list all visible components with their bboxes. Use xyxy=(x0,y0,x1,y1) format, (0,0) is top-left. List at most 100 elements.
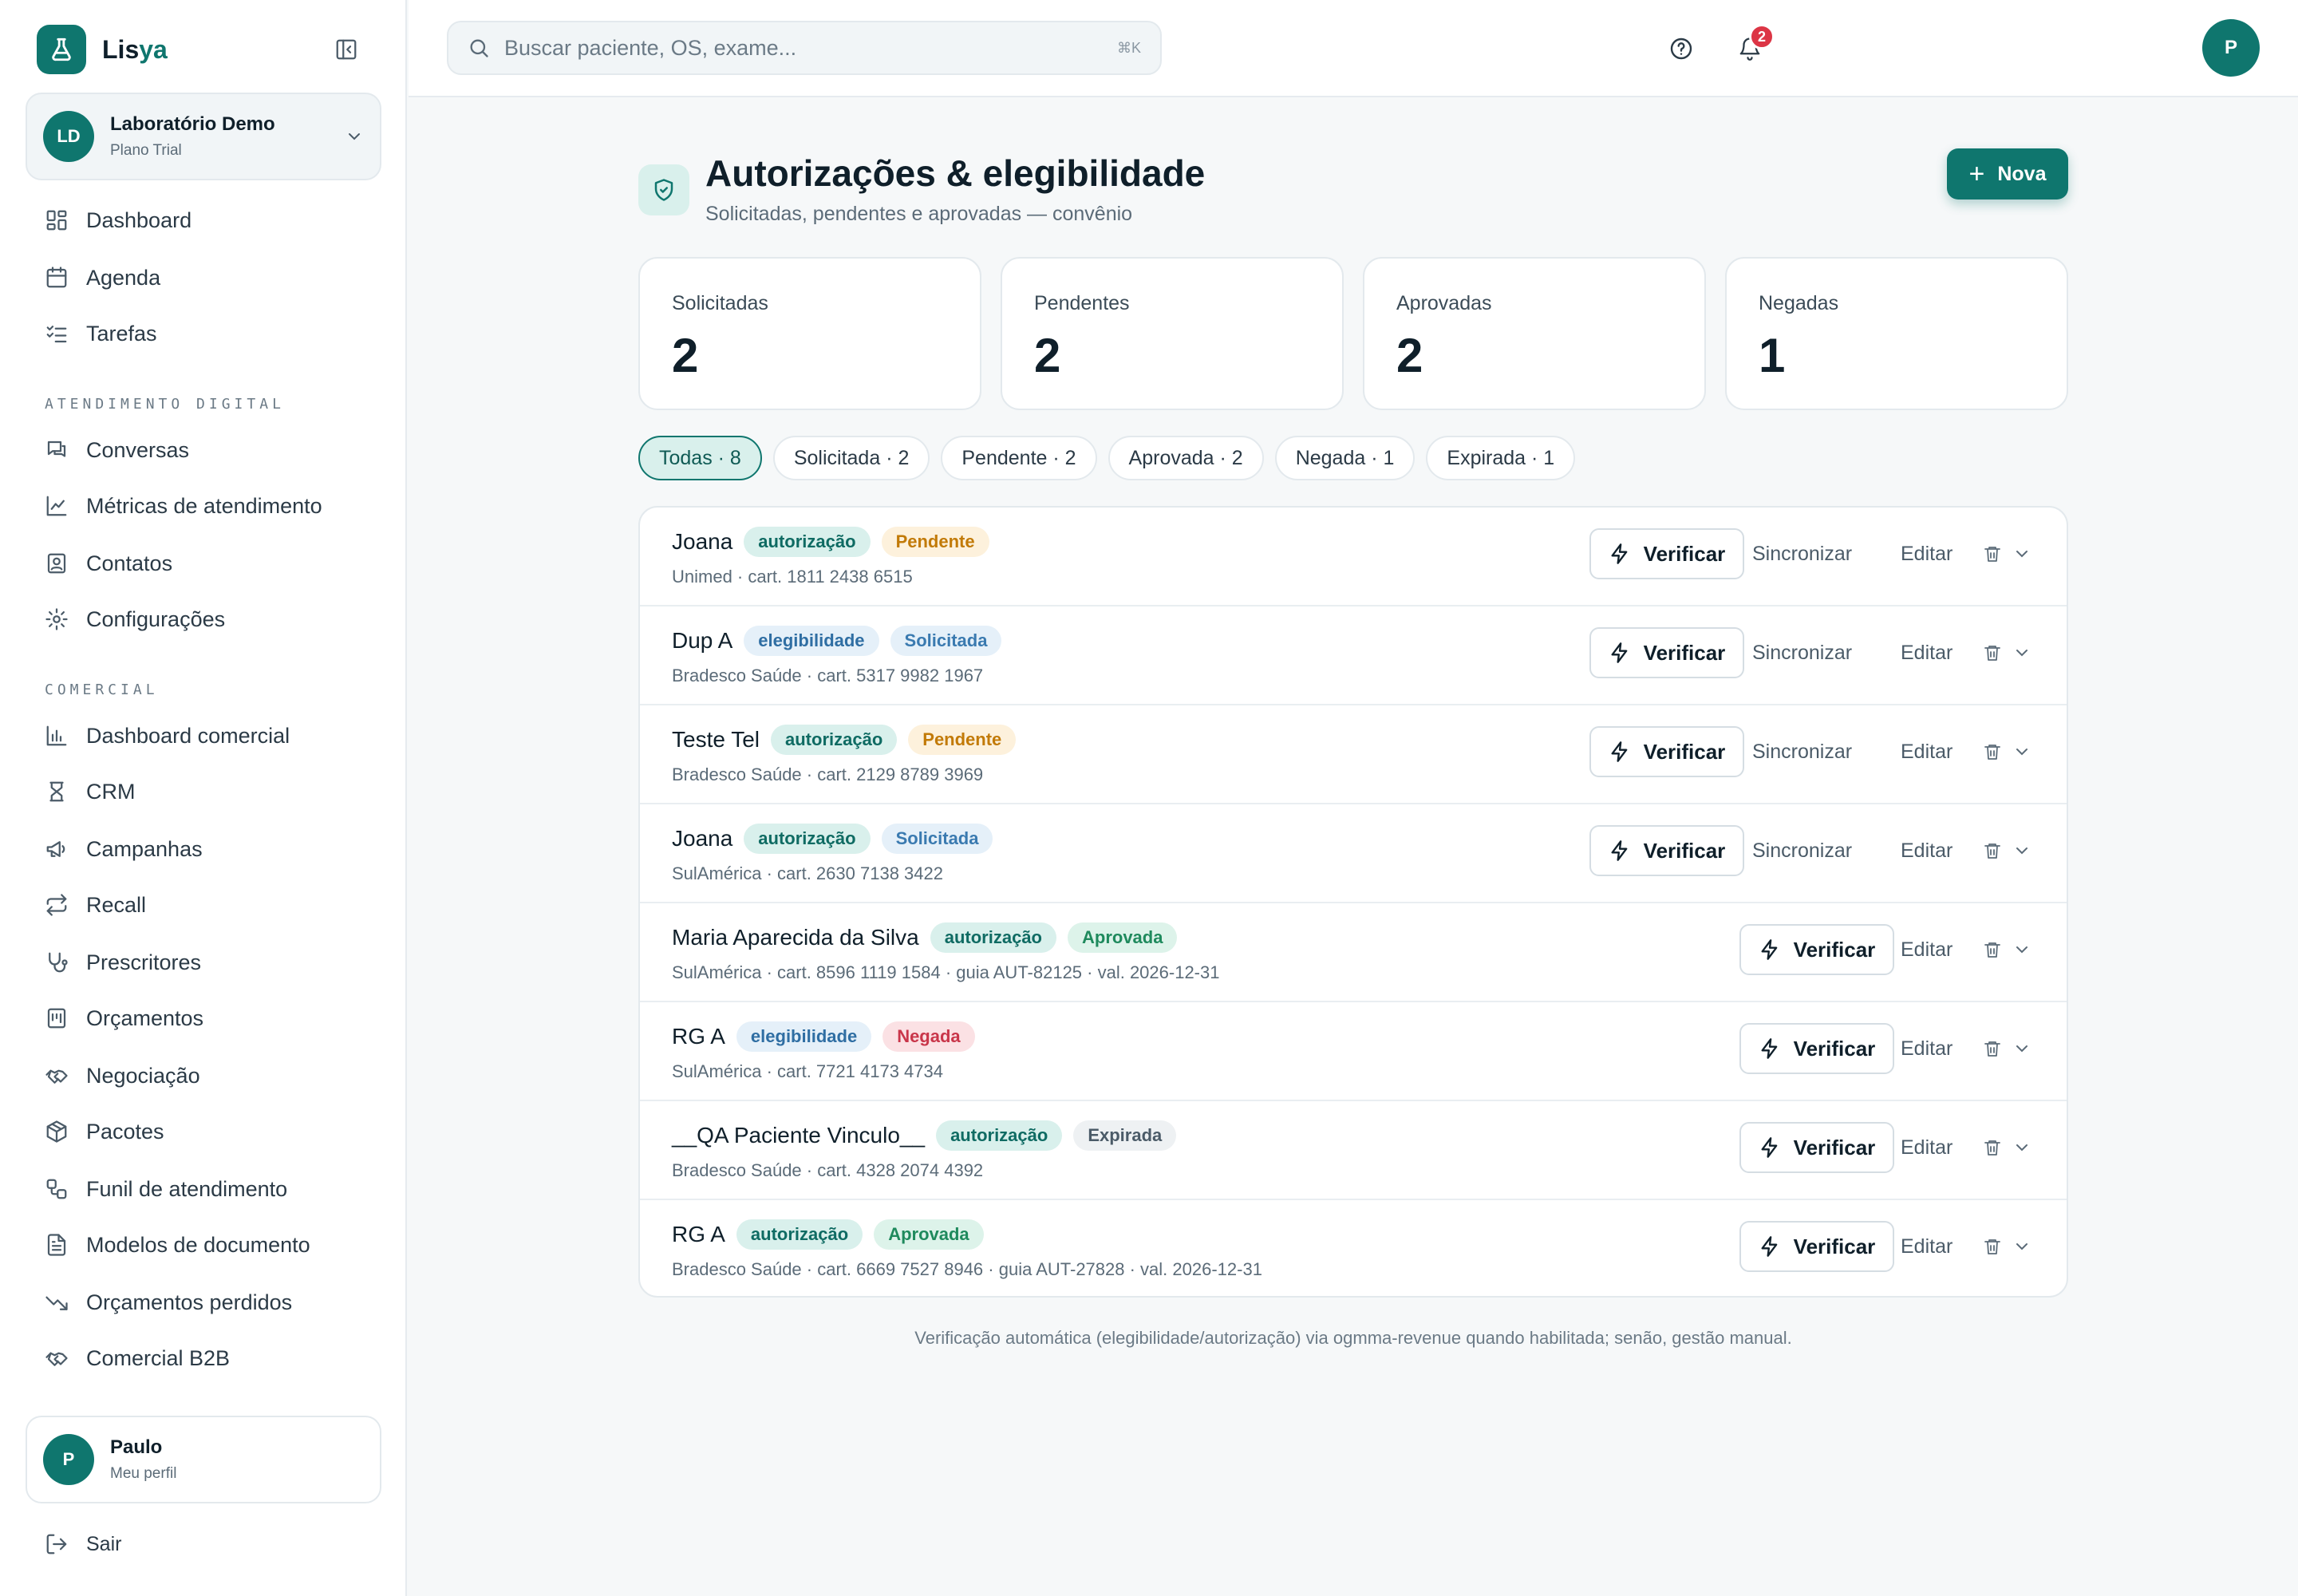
sidebar-item-configuracoes[interactable]: Configurações xyxy=(45,600,225,638)
sidebar-item-metricas[interactable]: Métricas de atendimento xyxy=(45,487,322,525)
patient-name: RG A xyxy=(672,1222,725,1246)
list-item[interactable]: RG A autorização Aprovada Bradesco Saúde… xyxy=(640,1200,2067,1296)
sidebar-item-label: Configurações xyxy=(86,606,226,631)
workflow-icon xyxy=(46,1179,67,1199)
search-bar[interactable]: ⌘K xyxy=(447,21,1162,75)
list-item[interactable]: __QA Paciente Vinculo__ autorização Expi… xyxy=(640,1101,2067,1200)
sidebar-item-pacotes[interactable]: Pacotes xyxy=(45,1112,164,1151)
sidebar-item-agenda[interactable]: Agenda xyxy=(45,259,160,297)
search-shortcut: ⌘K xyxy=(1116,39,1141,56)
sidebar-item-tarefas[interactable]: Tarefas xyxy=(45,314,157,353)
filter-chip-expirada[interactable]: Expirada · 1 xyxy=(1426,436,1576,480)
chevron-down-icon[interactable] xyxy=(2009,838,2035,863)
user-avatar[interactable]: P xyxy=(2202,19,2260,77)
sidebar-item-comercial-b2b[interactable]: Comercial B2B xyxy=(45,1339,230,1377)
sidebar-item-label: Contatos xyxy=(86,551,173,575)
edit-button[interactable]: Editar xyxy=(1901,726,1953,777)
verify-button[interactable]: Verificar xyxy=(1739,1122,1894,1173)
verify-button[interactable]: Verificar xyxy=(1739,924,1894,975)
filter-chip-aprovada[interactable]: Aprovada · 2 xyxy=(1108,436,1264,480)
profile-card[interactable]: P Paulo Meu perfil xyxy=(26,1416,381,1503)
sidebar-item-dashboard-comercial[interactable]: Dashboard comercial xyxy=(45,717,290,755)
sidebar-item-modelos[interactable]: Modelos de documento xyxy=(45,1226,310,1264)
verify-button[interactable]: Verificar xyxy=(1589,528,1744,579)
trash-icon[interactable] xyxy=(1980,541,2004,567)
trash-icon[interactable] xyxy=(1980,1036,2004,1061)
sync-button[interactable]: Sincronizar xyxy=(1752,528,1852,579)
insurance-details: SulAmérica · cart. 8596 1119 1584 · guia… xyxy=(672,962,1220,982)
stat-label: Negadas xyxy=(1759,292,1839,314)
verify-button[interactable]: Verificar xyxy=(1739,1221,1894,1272)
patient-name: Dup A xyxy=(672,628,733,653)
trash-icon[interactable] xyxy=(1980,640,2004,666)
filter-chip-pendente[interactable]: Pendente · 2 xyxy=(941,436,1097,480)
status-badge: Negada xyxy=(882,1021,975,1052)
sidebar-item-crm[interactable]: CRM xyxy=(45,772,136,811)
filter-chip-solicitada[interactable]: Solicitada · 2 xyxy=(772,436,930,480)
trash-icon[interactable] xyxy=(1980,1234,2004,1259)
edit-button[interactable]: Editar xyxy=(1901,924,1953,975)
calendar-icon xyxy=(46,267,67,288)
logout-button[interactable]: Sair xyxy=(45,1524,121,1564)
list-item[interactable]: Joana autorização Solicitada SulAmérica … xyxy=(640,804,2067,903)
filter-chip-todas[interactable]: Todas · 8 xyxy=(638,436,762,480)
profile-link: Meu perfil xyxy=(110,1465,177,1482)
list-item[interactable]: Teste Tel autorização Pendente Bradesco … xyxy=(640,705,2067,804)
type-badge: elegibilidade xyxy=(744,626,879,656)
verify-button[interactable]: Verificar xyxy=(1739,1023,1894,1074)
chevron-down-icon[interactable] xyxy=(2009,1234,2035,1259)
stat-value: 2 xyxy=(1034,329,1061,382)
search-icon xyxy=(470,39,488,57)
verify-button[interactable]: Verificar xyxy=(1589,627,1744,678)
search-input[interactable] xyxy=(504,35,1117,61)
chevron-down-icon[interactable] xyxy=(2009,1135,2035,1160)
sidebar-item-recall[interactable]: Recall xyxy=(45,886,146,924)
list-item[interactable]: Joana autorização Pendente Unimed · cart… xyxy=(640,508,2067,606)
trash-icon[interactable] xyxy=(1980,937,2004,962)
verify-button[interactable]: Verificar xyxy=(1589,825,1744,876)
chevron-down-icon[interactable] xyxy=(2009,739,2035,764)
edit-button[interactable]: Editar xyxy=(1901,528,1953,579)
sidebar-item-label: Orçamentos xyxy=(86,1005,204,1030)
sync-button[interactable]: Sincronizar xyxy=(1752,825,1852,876)
handshake-icon xyxy=(45,1069,68,1084)
edit-button[interactable]: Editar xyxy=(1901,1023,1953,1074)
edit-button[interactable]: Editar xyxy=(1901,1221,1953,1272)
chevron-down-icon[interactable] xyxy=(2009,1036,2035,1061)
sidebar-item-prescritores[interactable]: Prescritores xyxy=(45,943,201,982)
filter-chip-negada[interactable]: Negada · 1 xyxy=(1274,436,1416,480)
new-authorization-button[interactable]: + Nova xyxy=(1947,148,2068,200)
sidebar-item-funil[interactable]: Funil de atendimento xyxy=(45,1170,287,1208)
list-item[interactable]: Maria Aparecida da Silva autorização Apr… xyxy=(640,903,2067,1002)
sidebar-item-label: Tarefas xyxy=(86,321,157,346)
org-switcher[interactable]: LD Laboratório Demo Plano Trial xyxy=(26,93,381,180)
sidebar-item-conversas[interactable]: Conversas xyxy=(45,431,189,469)
chevron-down-icon[interactable] xyxy=(2009,937,2035,962)
edit-button[interactable]: Editar xyxy=(1901,1122,1953,1173)
sync-button[interactable]: Sincronizar xyxy=(1752,726,1852,777)
sidebar-item-dashboard[interactable]: Dashboard xyxy=(45,201,192,239)
brand[interactable]: Lisya xyxy=(37,24,168,75)
sidebar-item-orcamentos[interactable]: Orçamentos xyxy=(45,999,203,1037)
sync-button[interactable]: Sincronizar xyxy=(1752,627,1852,678)
stat-card-pendentes: Pendentes 2 xyxy=(1001,257,1344,410)
edit-button[interactable]: Editar xyxy=(1901,825,1953,876)
help-icon[interactable] xyxy=(1661,29,1701,69)
sidebar-item-orcamentos-perdidos[interactable]: Orçamentos perdidos xyxy=(45,1283,292,1321)
trash-icon[interactable] xyxy=(1980,1135,2004,1160)
type-badge: autorização xyxy=(771,725,898,755)
list-item[interactable]: Dup A elegibilidade Solicitada Bradesco … xyxy=(640,606,2067,705)
trash-icon[interactable] xyxy=(1980,838,2004,863)
sidebar-item-campanhas[interactable]: Campanhas xyxy=(45,830,203,868)
collapse-sidebar-icon[interactable] xyxy=(329,34,364,65)
sidebar-item-contatos[interactable]: Contatos xyxy=(45,544,172,583)
trash-icon[interactable] xyxy=(1980,739,2004,764)
verify-label: Verificar xyxy=(1793,937,1876,962)
chevron-down-icon[interactable] xyxy=(2009,640,2035,666)
verify-button[interactable]: Verificar xyxy=(1589,726,1744,777)
page-title: Autorizações & elegibilidade xyxy=(705,152,1206,194)
edit-button[interactable]: Editar xyxy=(1901,627,1953,678)
chevron-down-icon[interactable] xyxy=(2009,541,2035,567)
sidebar-item-negociacao[interactable]: Negociação xyxy=(45,1057,200,1095)
list-item[interactable]: RG A elegibilidade Negada SulAmérica · c… xyxy=(640,1002,2067,1101)
